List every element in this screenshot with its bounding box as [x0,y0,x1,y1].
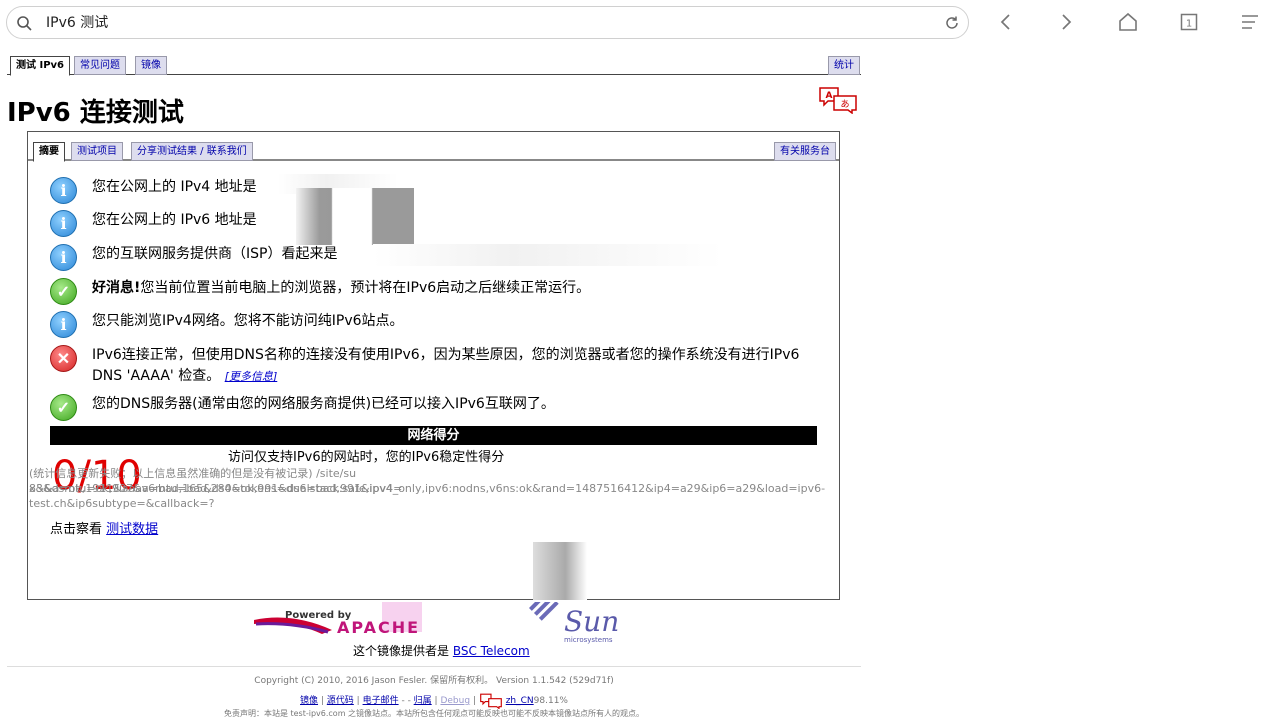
redacted-isp [373,244,723,266]
server-logos: Powered by APACHE Sun microsystems [252,591,632,646]
stats-debug-text: (统计信息更新失败；以上信息虽然准确的但是没有被记录) /site/su83&d… [29,466,1269,511]
page-title: IPv6 连接测试 [7,98,184,128]
footer-link-email[interactable]: 电子邮件 [363,696,399,706]
inner-tab-bar: 摘要 测试项目 分享测试结果 / 联系我们 有关服务台 [28,142,839,162]
svg-text:A: A [826,91,833,101]
result-text: IPv6连接正常，但使用DNS名称的连接没有使用IPv6，因为某些原因，您的浏览… [92,345,822,387]
score-header: 网络得分 [50,426,817,445]
redacted-ipv6 [296,188,414,245]
mirror-prefix: 这个镜像提供者是 [353,644,450,658]
copyright-text: Copyright (C) 2010, 2016 Jason Fesler. 保… [254,676,614,686]
info-icon: i [50,210,77,237]
browser-toolbar: IPv6 测试 1 [0,0,1280,46]
footer-link-source[interactable]: 源代码 [327,696,354,706]
sun-text: Sun [564,605,619,638]
result-text: 好消息!您当前位置当前电脑上的浏览器，预计将在IPv6启动之后继续正常运行。 [92,278,822,299]
svg-text:1: 1 [1186,19,1192,30]
result-text: 您在公网上的 IPv6 地址是 [92,212,257,228]
tab-tests[interactable]: 测试项目 [71,142,123,161]
address-text[interactable]: IPv6 测试 [46,14,108,32]
dns-aaaa-text: IPv6连接正常，但使用DNS名称的连接没有使用IPv6，因为某些原因，您的浏览… [92,347,800,384]
footer-link-mirrors[interactable]: 镜像 [300,696,318,706]
footer-divider [7,666,861,667]
footer-link-attribution[interactable]: 归属 [414,696,432,706]
mirror-provider-link[interactable]: BSC Telecom [453,644,530,658]
tab-test-ipv6[interactable]: 测试 IPv6 [10,56,71,76]
redacted-stats [533,542,587,600]
search-icon [17,16,32,31]
svg-text:あ: あ [840,99,849,110]
footer-percent: 98.11% [533,696,568,706]
result-text: 您在公网上的 IPv4 地址是 [92,179,257,195]
address-bar[interactable]: IPv6 测试 [6,6,969,39]
forward-icon[interactable] [1056,12,1076,32]
info-icon: i [50,311,77,338]
tab-summary[interactable]: 摘要 [33,142,65,162]
tab-mirrors[interactable]: 镜像 [135,56,167,75]
tabs-icon[interactable]: 1 [1179,12,1199,32]
info-icon: i [50,244,77,271]
menu-icon[interactable] [1240,12,1260,32]
back-icon[interactable] [996,12,1016,32]
stats-part-1: (统计信息更新失败；以上信息虽然准确的但是没有被记录) /site/su [29,467,357,480]
check-icon: ✓ [50,278,77,305]
stats-line-3: test.ch&ip6subtype=&callback=? [29,497,215,510]
tab-share[interactable]: 分享测试结果 / 联系我们 [131,142,253,161]
good-news-text: 您当前位置当前电脑上的浏览器，预计将在IPv6启动之后继续正常运行。 [140,280,591,296]
test-data-prefix: 点击察看 [50,522,103,537]
reload-icon[interactable] [944,15,960,31]
tab-stats[interactable]: 统计 [828,56,860,75]
error-icon: ✕ [50,345,77,372]
translate-icon[interactable]: A あ [818,86,858,114]
good-news-label: 好消息! [92,280,141,296]
result-text: 您的DNS服务器(通常由您的网络服务商提供)已经可以接入IPv6互联网了。 [92,396,555,412]
check-icon: ✓ [50,394,77,421]
info-icon: i [50,177,77,204]
results-panel: 摘要 测试项目 分享测试结果 / 联系我们 有关服务台 i 您在公网上的 IPv… [27,131,840,600]
top-tab-bar: 测试 IPv6 常见问题 镜像 统计 [7,56,861,76]
footer-locale-link[interactable]: zh_CN [506,696,534,706]
test-data-line: 点击察看 测试数据 [50,520,158,539]
disclaimer-text: 免责声明：本站是 test-ipv6.com 之镜像站点。本站所包含任何观点可能… [223,709,645,718]
mirror-provider: 这个镜像提供者是 BSC Telecom [353,642,530,660]
home-icon[interactable] [1118,12,1138,32]
result-text: 您只能浏览IPv4网络。您将不能访问纯IPv6站点。 [92,313,404,329]
tab-helpdesk[interactable]: 有关服务台 [774,142,836,161]
microsystems-text: microsystems [564,636,613,644]
language-icon[interactable] [479,693,503,710]
sun-logo-mark [529,591,559,621]
footer-link-debug[interactable]: Debug [440,696,470,706]
tab-faq[interactable]: 常见问题 [74,56,126,75]
test-data-link[interactable]: 测试数据 [106,522,158,537]
apache-sun-logos: Powered by APACHE Sun microsystems [254,591,619,644]
more-info-link[interactable]: [更多信息] [225,370,278,383]
apache-text: APACHE [337,618,420,637]
score-description: 访问仅支持IPv6的网站时，您的IPv6稳定性得分 [228,450,505,465]
stats-part-2: x&&a=ok,1911&aaaa=bad,165&ds4=ok,991&ds6… [29,482,403,495]
